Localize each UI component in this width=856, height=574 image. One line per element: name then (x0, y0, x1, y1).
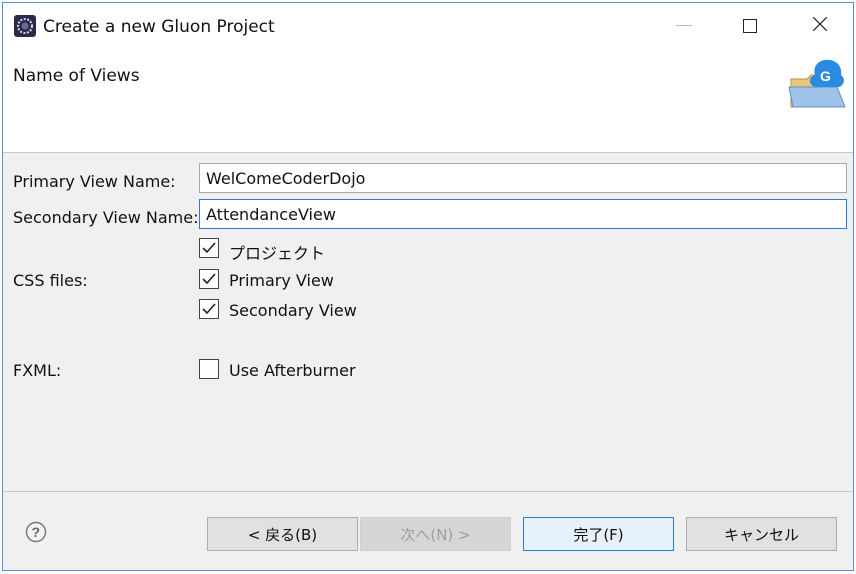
window-title: Create a new Gluon Project (43, 17, 275, 37)
secondary-view-name-input[interactable] (199, 199, 847, 229)
primary-view-label: Primary View Name: (13, 172, 176, 191)
checkbox-primary-view-css-label: Primary View (229, 271, 334, 290)
finish-button[interactable]: 完了(F) (523, 517, 674, 551)
page-title: Name of Views (13, 66, 140, 86)
footer-divider (3, 491, 853, 492)
checkbox-project-css[interactable] (199, 238, 219, 258)
close-button[interactable] (797, 3, 843, 43)
maximize-icon (743, 19, 757, 33)
close-icon (813, 17, 827, 31)
primary-view-name-input[interactable] (199, 163, 847, 193)
svg-text:G: G (820, 68, 831, 84)
minimize-icon (676, 25, 692, 26)
svg-text:?: ? (32, 524, 41, 540)
title-bar: Create a new Gluon Project (3, 3, 853, 51)
cancel-button[interactable]: キャンセル (686, 517, 837, 551)
checkmark-icon (202, 303, 216, 315)
eclipse-app-icon (14, 15, 36, 37)
back-button[interactable]: < 戻る(B) (207, 517, 358, 551)
secondary-view-label: Secondary View Name: (13, 208, 199, 227)
maximize-button[interactable] (727, 3, 773, 43)
gluon-folder-icon: G (787, 57, 849, 115)
wizard-dialog: Create a new Gluon Project Name of Views… (2, 2, 854, 571)
fxml-label: FXML: (13, 361, 62, 380)
wizard-banner: Name of Views G (3, 51, 853, 153)
checkbox-secondary-view-css[interactable] (199, 299, 219, 319)
css-files-label: CSS files: (13, 271, 88, 290)
next-button[interactable]: 次へ(N) > (360, 517, 511, 551)
checkmark-icon (202, 242, 216, 254)
checkbox-primary-view-css[interactable] (199, 269, 219, 289)
checkmark-icon (202, 273, 216, 285)
checkbox-project-css-label: プロジェクト (229, 244, 326, 263)
checkbox-secondary-view-css-label: Secondary View (229, 301, 357, 320)
checkbox-use-afterburner[interactable] (199, 359, 219, 379)
help-icon[interactable]: ? (25, 521, 47, 543)
checkbox-use-afterburner-label: Use Afterburner (229, 361, 356, 380)
minimize-button[interactable] (661, 3, 707, 43)
